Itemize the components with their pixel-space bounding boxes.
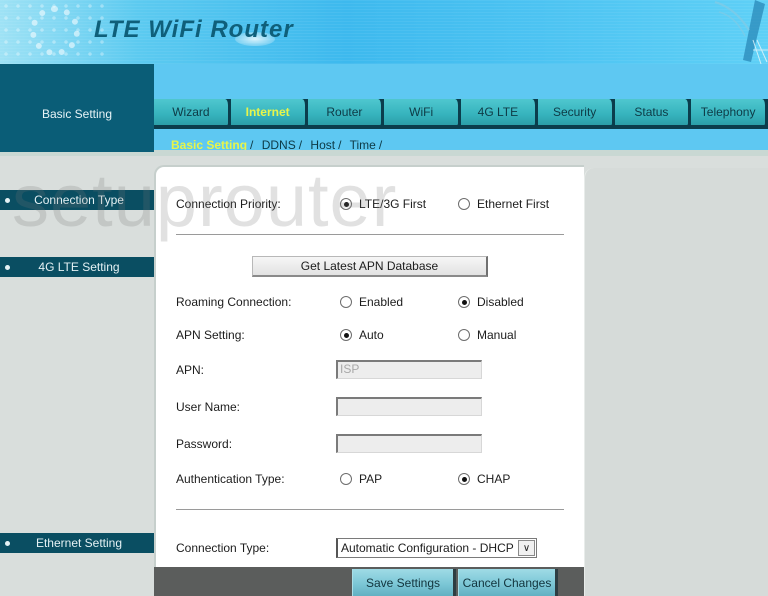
section-divider [176,234,564,235]
tab-router[interactable]: Router [307,99,385,127]
radio-ethernet-first[interactable]: Ethernet First [458,197,549,211]
radio-selected-icon [340,198,352,210]
apn-setting-label: APN Setting: [176,328,245,342]
radio-selected-icon [458,473,470,485]
radio-unselected-icon [458,329,470,341]
radio-lte-3g-first[interactable]: LTE/3G First [340,197,426,211]
radio-unselected-icon [340,296,352,308]
section-divider [176,509,564,510]
sidebar-item-ethernet-setting[interactable]: Ethernet Setting [0,533,154,553]
username-input[interactable] [336,397,482,416]
help-panel [584,168,768,596]
tab-wizard[interactable]: Wizard [154,99,231,127]
radio-auth-chap[interactable]: CHAP [458,472,510,486]
apn-input[interactable]: ISP [336,360,482,379]
roaming-connection-label: Roaming Connection: [176,295,292,309]
radio-roaming-disabled[interactable]: Disabled [458,295,524,309]
header-banner: LTE WiFi Router [0,0,768,64]
radio-apn-auto[interactable]: Auto [340,328,384,342]
tab-security[interactable]: Security [537,99,615,127]
connection-type-value: Automatic Configuration - DHCP [341,541,514,555]
radio-unselected-icon [340,473,352,485]
save-settings-button[interactable]: Save Settings [352,569,456,596]
radio-selected-icon [340,329,352,341]
sidebar-item-label: 4G LTE Setting [38,260,120,274]
radio-unselected-icon [458,198,470,210]
satellite-dish-icon [714,0,768,64]
sidebar-item-label: Connection Type [34,193,124,207]
get-latest-apn-database-button[interactable]: Get Latest APN Database [252,256,488,277]
main-tabs: Wizard Internet Router WiFi 4G LTE Secur… [154,99,768,129]
radio-auth-pap[interactable]: PAP [340,472,382,486]
main-content-panel [154,165,584,596]
password-input[interactable] [336,434,482,453]
tab-4g-lte[interactable]: 4G LTE [461,99,538,127]
tab-status[interactable]: Status [614,99,692,127]
section-label: Basic Setting [41,107,113,121]
gear-graphic-icon [30,6,80,56]
divider-strip [154,150,768,156]
sidebar-item-connection-type[interactable]: Connection Type [0,190,154,210]
tab-wifi[interactable]: WiFi [384,99,461,127]
apn-label: APN: [176,363,205,377]
tab-telephony[interactable]: Telephony [691,99,768,127]
radio-apn-manual[interactable]: Manual [458,328,516,342]
product-title: LTE WiFi Router [94,16,294,43]
connection-type-select[interactable]: Automatic Configuration - DHCP ∨ [336,538,537,558]
tab-internet[interactable]: Internet [230,99,308,127]
radio-roaming-enabled[interactable]: Enabled [340,295,403,309]
cancel-changes-button[interactable]: Cancel Changes [458,569,558,596]
connection-type-label: Connection Type: [176,541,270,555]
connection-priority-label: Connection Priority: [176,197,281,211]
sidebar: Connection Type 4G LTE Setting Ethernet … [0,156,154,596]
authentication-type-label: Authentication Type: [176,472,285,486]
section-header: Basic Setting [0,64,154,152]
radio-selected-icon [458,296,470,308]
sidebar-item-4g-lte-setting[interactable]: 4G LTE Setting [0,257,154,277]
password-label: Password: [176,437,233,451]
router-admin-page: LTE WiFi Router Basic Setting Wizard Int… [0,0,768,596]
chevron-down-icon[interactable]: ∨ [518,540,535,556]
sidebar-item-label: Ethernet Setting [35,536,123,550]
username-label: User Name: [176,400,241,414]
